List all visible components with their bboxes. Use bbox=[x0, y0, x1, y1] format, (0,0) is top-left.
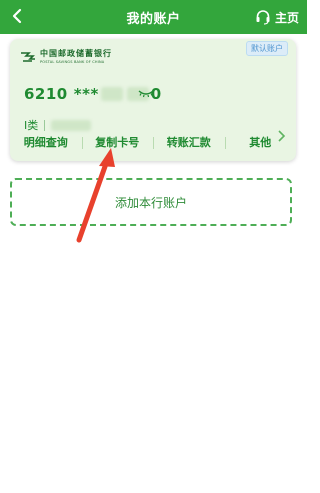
bank-logo: 中国邮政储蓄银行 POSTAL SAVINGS BANK OF CHINA bbox=[20, 45, 130, 69]
default-account-badge: 默认账户 bbox=[246, 41, 288, 56]
account-card[interactable]: 中国邮政储蓄银行 POSTAL SAVINGS BANK OF CHINA 默认… bbox=[10, 39, 296, 161]
eye-closed-icon[interactable] bbox=[138, 86, 154, 100]
my-accounts-page: 我的账户 主页 中国邮政储蓄银行 POSTAL SAVINGS BANK OF … bbox=[0, 0, 307, 493]
more-button[interactable]: 其他 bbox=[224, 134, 297, 150]
bank-emblem-icon bbox=[21, 52, 35, 62]
bank-name-en: POSTAL SAVINGS BANK OF CHINA bbox=[40, 60, 105, 64]
card-number-mask: *** bbox=[73, 85, 99, 103]
transfer-button[interactable]: 转账汇款 bbox=[153, 134, 225, 150]
bank-name-cn: 中国邮政储蓄银行 bbox=[40, 49, 112, 58]
home-label: 主页 bbox=[274, 10, 299, 25]
home-button[interactable]: 主页 bbox=[255, 0, 299, 34]
top-bar: 我的账户 主页 bbox=[0, 0, 307, 34]
card-number-blur bbox=[100, 87, 123, 101]
add-account-button[interactable]: 添加本行账户 bbox=[10, 178, 292, 226]
transaction-details-button[interactable]: 明细查询 bbox=[10, 134, 82, 150]
headset-icon bbox=[256, 10, 270, 25]
card-actions: 明细查询 复制卡号 转账汇款 其他 bbox=[10, 127, 296, 157]
card-number-prefix: 6210 bbox=[24, 85, 68, 103]
copy-card-number-button[interactable]: 复制卡号 bbox=[81, 134, 154, 150]
